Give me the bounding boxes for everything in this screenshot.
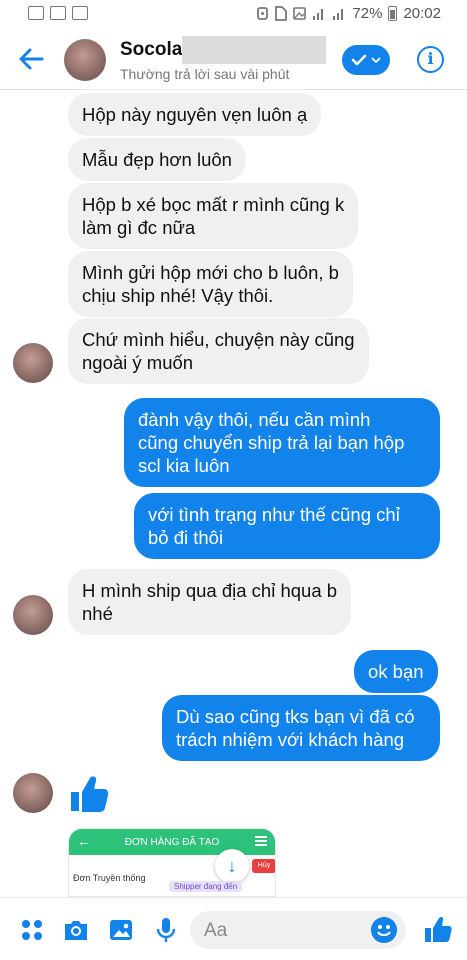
activity-icon bbox=[72, 6, 88, 20]
message-list: Hộp này nguyên vẹn luôn ạ Mẫu đẹp hơn lu… bbox=[0, 90, 467, 897]
signal-icon bbox=[313, 9, 324, 20]
preview-back-icon: ← bbox=[77, 833, 91, 849]
preview-title: ĐƠN HÀNG ĐÃ TẠO bbox=[124, 836, 220, 848]
contact-avatar[interactable] bbox=[64, 39, 106, 81]
thumbs-up-icon[interactable] bbox=[68, 772, 110, 814]
message-bubble-incoming[interactable]: Hộp này nguyên vẹn luôn ạ bbox=[68, 93, 322, 136]
message-bubble-incoming[interactable]: Hộp b xé bọc mất r mình cũng k làm gì đc… bbox=[68, 183, 359, 249]
image-icon bbox=[28, 6, 44, 20]
gallery-icon[interactable] bbox=[107, 916, 135, 944]
camera-icon[interactable] bbox=[62, 916, 90, 944]
sender-avatar[interactable] bbox=[13, 595, 53, 635]
redacted-name-block bbox=[182, 36, 326, 64]
battery-percent: 72% bbox=[352, 5, 383, 22]
message-bubble-outgoing[interactable]: đành vậy thôi, nếu cần mình cũng chuyển … bbox=[124, 398, 440, 487]
download-arrow-icon[interactable]: ↓ bbox=[215, 849, 249, 883]
message-input-placeholder: Aa bbox=[204, 920, 228, 941]
image-small-icon bbox=[293, 7, 307, 20]
preview-badge: Hủy bbox=[252, 859, 275, 873]
sender-avatar[interactable] bbox=[13, 773, 53, 813]
message-bubble-outgoing[interactable]: Dù sao cũng tks bạn vì đã có trách nhiệm… bbox=[162, 695, 440, 761]
message-bubble-incoming[interactable]: Mình gửi hộp mới cho b luôn, b chịu ship… bbox=[68, 251, 353, 317]
info-icon[interactable]: i bbox=[417, 46, 444, 73]
preview-status: Shipper đang đến bbox=[169, 881, 243, 892]
preview-menu-icon bbox=[255, 836, 267, 846]
message-bubble-outgoing[interactable]: ok bạn bbox=[354, 650, 438, 693]
microphone-icon[interactable] bbox=[152, 916, 180, 944]
wifi-signal-icon bbox=[333, 9, 344, 20]
chevron-down-icon bbox=[371, 57, 381, 64]
clock: 20:02 bbox=[403, 5, 441, 22]
emoji-icon[interactable] bbox=[371, 917, 397, 943]
message-bubble-incoming[interactable]: Chứ mình hiểu, chuyện này cũng ngoài ý m… bbox=[68, 318, 369, 384]
send-like-icon[interactable] bbox=[423, 914, 453, 944]
message-bubble-incoming[interactable]: Mẫu đẹp hơn luôn bbox=[68, 138, 246, 181]
check-icon bbox=[351, 54, 367, 66]
composer-bar: Aa bbox=[0, 897, 467, 960]
shared-screenshot-preview[interactable]: ← ĐƠN HÀNG ĐÃ TẠO ↓ Đơn Truyền thống Hủy… bbox=[68, 828, 276, 897]
message-bubble-incoming[interactable]: H mình ship qua địa chỉ hqua b nhé bbox=[68, 569, 352, 635]
preview-title-bar: ← ĐƠN HÀNG ĐÃ TẠO bbox=[69, 829, 275, 855]
check-dropdown-button[interactable] bbox=[342, 45, 390, 75]
message-input[interactable]: Aa bbox=[190, 911, 406, 949]
contact-name[interactable]: Socola bbox=[120, 39, 182, 61]
chat-header: Socola Thường trả lời sau vài phút i bbox=[0, 30, 467, 90]
battery-icon bbox=[388, 6, 398, 21]
more-apps-icon[interactable] bbox=[18, 916, 46, 944]
sim-icon bbox=[275, 6, 288, 21]
status-bar: 72% 20:02 bbox=[0, 0, 467, 30]
alarm-icon bbox=[257, 7, 269, 20]
zalo-icon bbox=[50, 6, 66, 20]
sender-avatar[interactable] bbox=[13, 343, 53, 383]
message-bubble-outgoing[interactable]: với tình trạng như thế cũng chỉ bỏ đi th… bbox=[134, 493, 440, 559]
preview-row-label: Đơn Truyền thống bbox=[73, 873, 146, 883]
back-arrow-icon[interactable] bbox=[16, 44, 46, 74]
contact-status: Thường trả lời sau vài phút bbox=[120, 66, 290, 82]
